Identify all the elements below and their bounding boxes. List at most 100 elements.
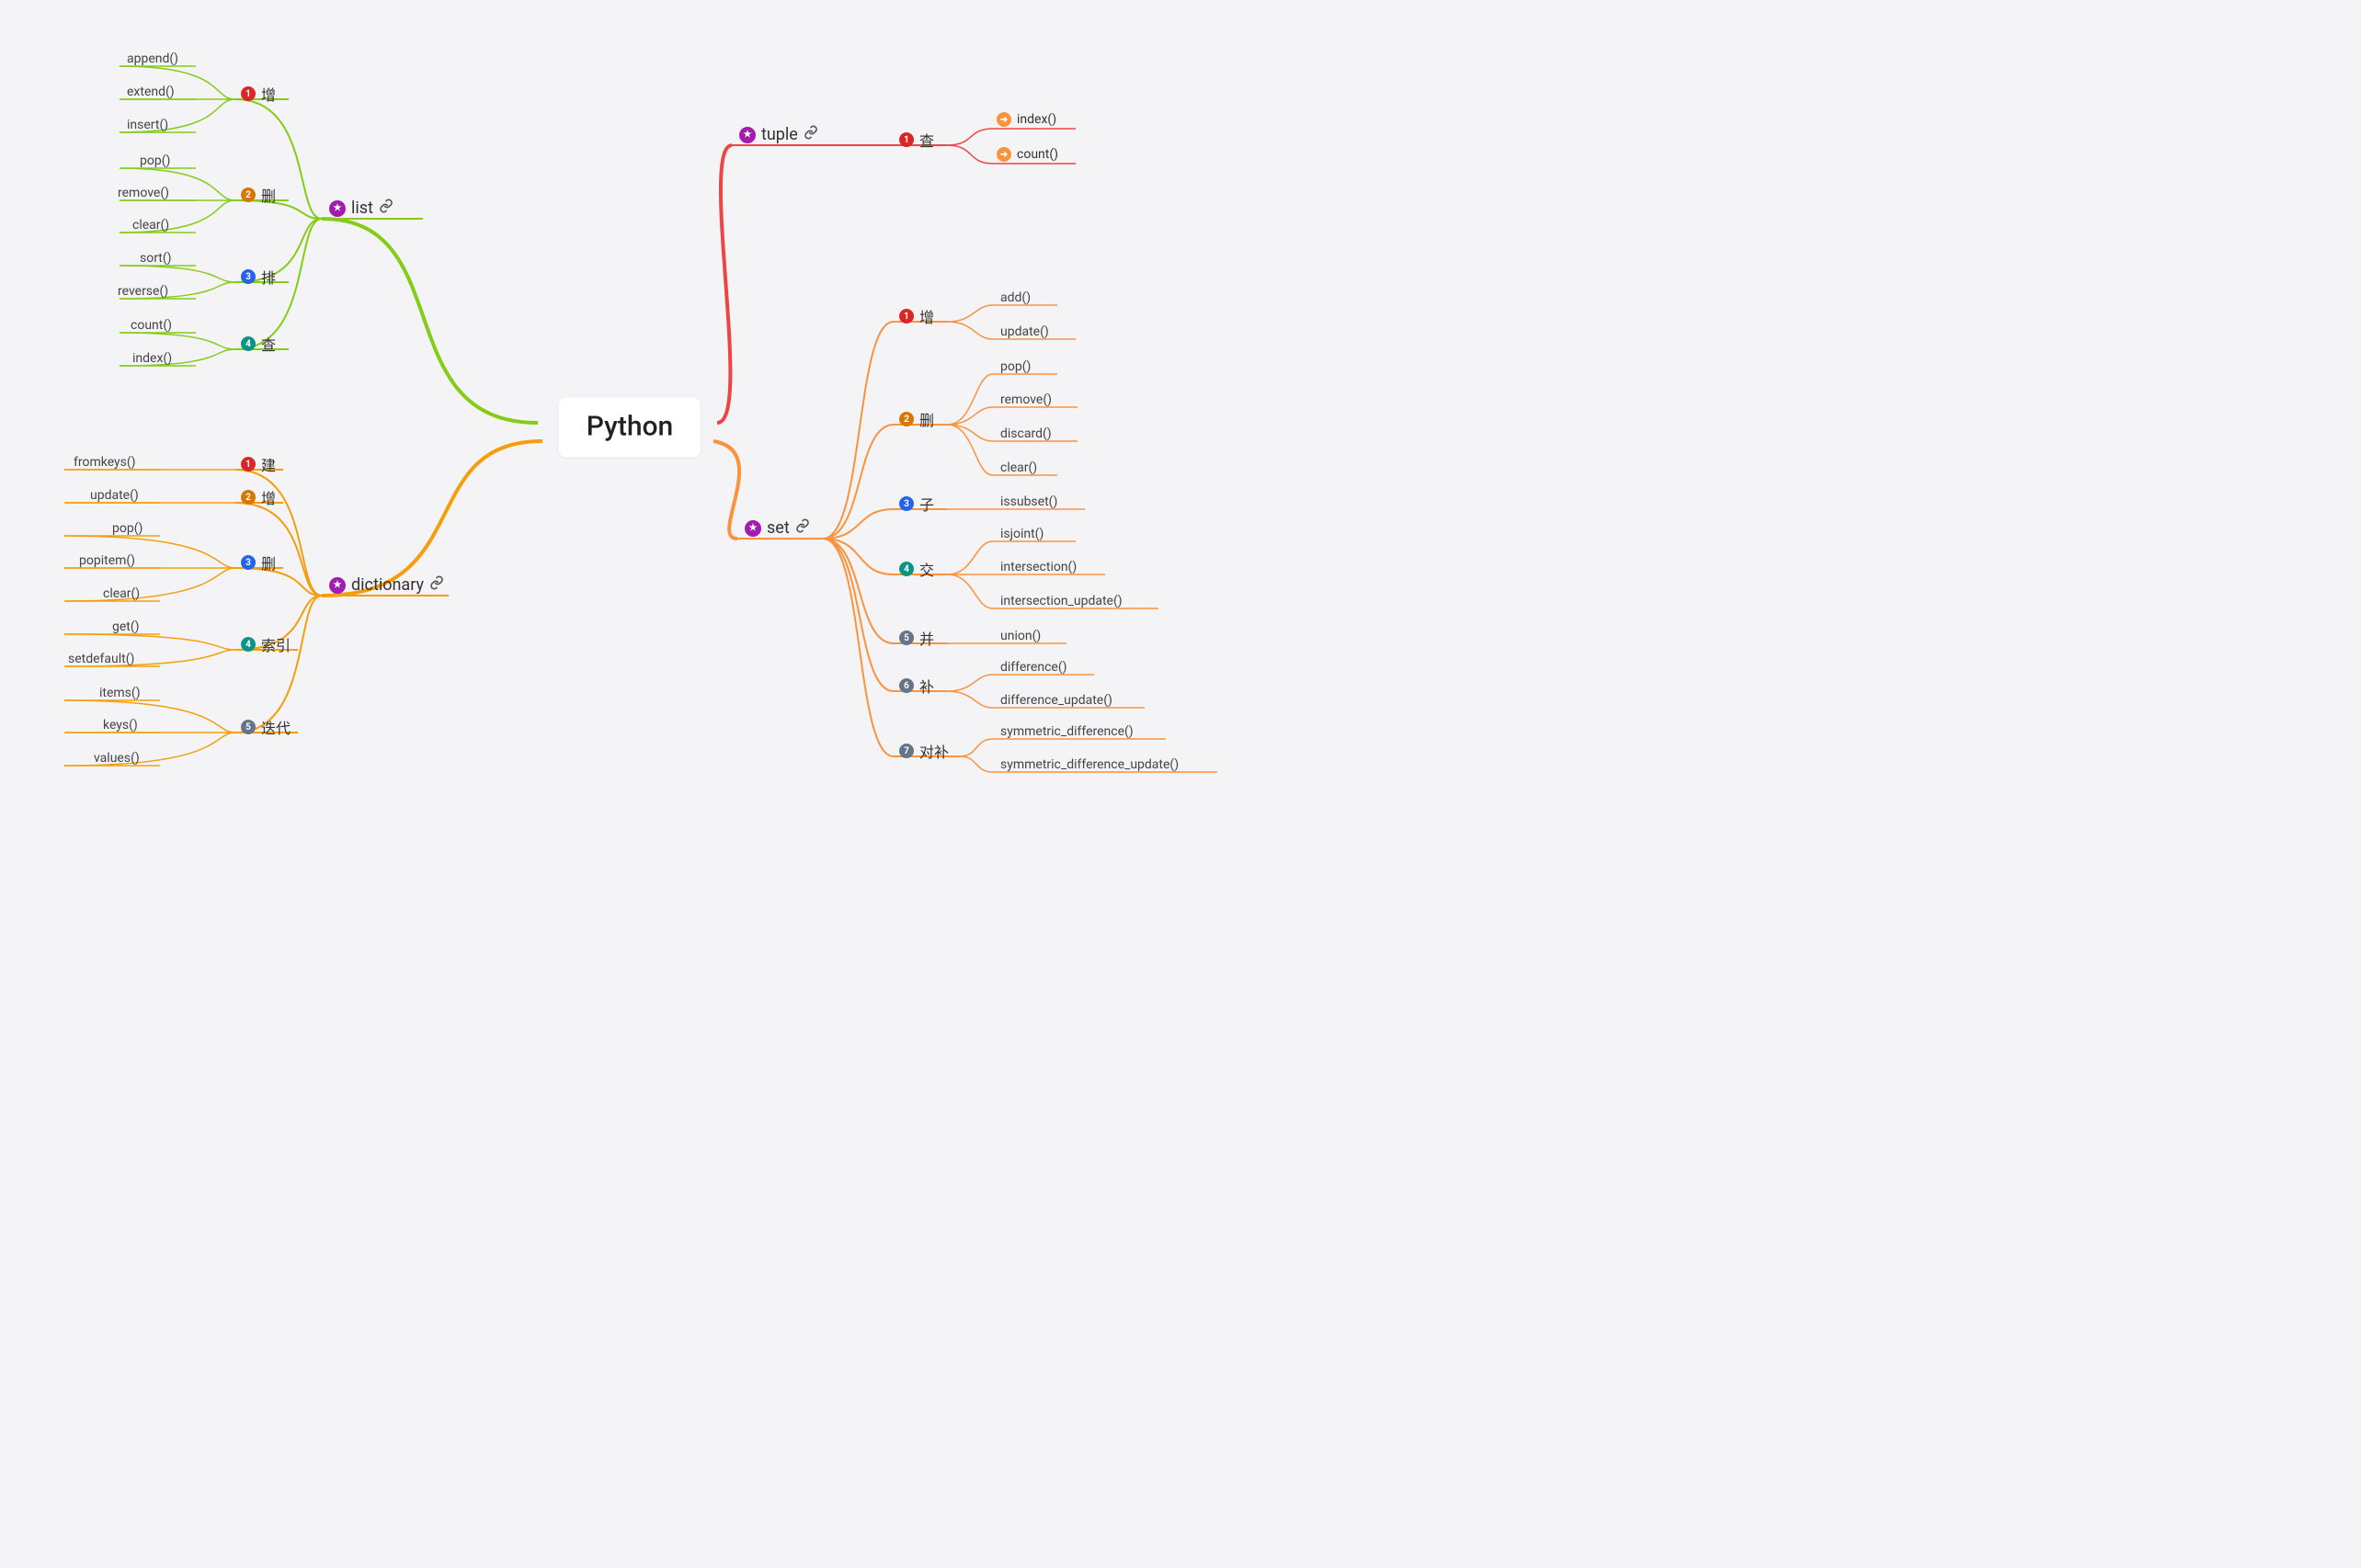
star-icon: ★ (739, 127, 756, 143)
leaf-dclear[interactable]: clear() (103, 586, 140, 601)
sub-label: 增 (261, 486, 276, 508)
leaf-fromkeys[interactable]: fromkeys() (74, 455, 136, 470)
leaf-tuple-index[interactable]: ➜ index() (997, 112, 1056, 127)
leaf-label: count() (1017, 147, 1058, 162)
sub-dict-iter[interactable]: 5 迭代 (241, 716, 291, 738)
leaf-clear[interactable]: clear() (132, 218, 169, 233)
sub-set-sym[interactable]: 7对补 (899, 740, 949, 762)
sub-label: 补 (919, 675, 934, 697)
sub-list-sort[interactable]: 3排 (241, 266, 276, 288)
num-badge: 2 (241, 187, 256, 202)
sub-dict-idx[interactable]: 4索引 (241, 633, 291, 655)
sub-label: 建 (261, 453, 276, 475)
star-icon: ★ (745, 520, 761, 537)
leaf-insert[interactable]: insert() (127, 118, 168, 132)
leaf-index[interactable]: index() (132, 351, 172, 366)
num-badge: 3 (899, 496, 914, 511)
leaf-diffup[interactable]: difference_update() (1000, 693, 1112, 708)
sub-dict-build[interactable]: 1建 (241, 453, 276, 475)
root-node[interactable]: Python (559, 398, 701, 458)
num-badge: 5 (241, 720, 256, 734)
num-badge: 6 (899, 678, 914, 693)
num-badge: 7 (899, 744, 914, 758)
leaf-sadd[interactable]: add() (1000, 290, 1031, 305)
star-icon: ★ (329, 200, 346, 217)
link-icon (379, 199, 394, 218)
sub-list-add[interactable]: 1增 (241, 83, 276, 105)
arrow-icon: ➜ (997, 147, 1011, 162)
sub-dict-del[interactable]: 3删 (241, 551, 276, 574)
leaf-inter[interactable]: intersection() (1000, 560, 1077, 574)
leaf-spop[interactable]: pop() (1000, 359, 1031, 374)
branch-dictionary[interactable]: ★ dictionary (329, 575, 444, 595)
leaf-values[interactable]: values() (94, 751, 140, 766)
leaf-get[interactable]: get() (112, 619, 140, 634)
sub-label: 删 (261, 184, 276, 206)
leaf-popitem[interactable]: popitem() (79, 553, 135, 568)
sub-label: 增 (261, 83, 276, 105)
leaf-keys[interactable]: keys() (103, 718, 138, 733)
sub-set-int[interactable]: 4交 (899, 558, 934, 580)
leaf-update[interactable]: update() (90, 488, 139, 503)
leaf-label: index() (1017, 112, 1056, 127)
sub-tuple-find[interactable]: 1查 (899, 129, 934, 151)
num-badge: 4 (899, 562, 914, 576)
sub-set-diff[interactable]: 6补 (899, 675, 934, 697)
leaf-items[interactable]: items() (99, 686, 141, 700)
sub-set-del[interactable]: 2删 (899, 408, 934, 430)
sub-label: 迭代 (261, 716, 291, 738)
sub-label: 并 (919, 627, 934, 649)
link-icon (804, 125, 818, 144)
num-badge: 1 (899, 132, 914, 147)
arrow-icon: ➜ (997, 112, 1011, 127)
leaf-setdef[interactable]: setdefault() (68, 652, 134, 666)
num-badge: 1 (241, 457, 256, 472)
leaf-sremove[interactable]: remove() (1000, 392, 1052, 407)
leaf-pop[interactable]: pop() (140, 153, 170, 168)
sub-label: 排 (261, 266, 276, 288)
leaf-diff[interactable]: difference() (1000, 660, 1066, 675)
sub-label: 删 (919, 408, 934, 430)
leaf-sdiscard[interactable]: discard() (1000, 426, 1052, 441)
num-badge: 1 (899, 309, 914, 324)
sub-list-find[interactable]: 4查 (241, 333, 276, 355)
branch-set[interactable]: ★ set (745, 518, 810, 538)
sub-label: 子 (919, 493, 934, 515)
mindmap-canvas[interactable]: Python ★ list ★ tuple ★ dictionary ★ set… (0, 0, 1342, 848)
leaf-issubset[interactable]: issubset() (1000, 494, 1057, 509)
leaf-sym[interactable]: symmetric_difference() (1000, 724, 1134, 739)
sub-set-uni[interactable]: 5并 (899, 627, 934, 649)
branch-label: list (351, 199, 373, 218)
leaf-symup[interactable]: symmetric_difference_update() (1000, 757, 1179, 772)
sub-label: 查 (919, 129, 934, 151)
leaf-reverse[interactable]: reverse() (118, 284, 168, 299)
sub-label: 查 (261, 333, 276, 355)
leaf-sclear[interactable]: clear() (1000, 460, 1037, 475)
leaf-dpop[interactable]: pop() (112, 521, 143, 536)
leaf-supdate[interactable]: update() (1000, 324, 1049, 339)
leaf-count[interactable]: count() (131, 318, 172, 333)
num-badge: 4 (241, 637, 256, 652)
leaf-extend[interactable]: extend() (127, 85, 175, 99)
sub-list-del[interactable]: 2删 (241, 184, 276, 206)
sub-set-add[interactable]: 1增 (899, 305, 934, 327)
leaf-sort[interactable]: sort() (140, 251, 172, 266)
leaf-interup[interactable]: intersection_update() (1000, 594, 1123, 608)
leaf-tuple-count[interactable]: ➜ count() (997, 147, 1058, 162)
sub-dict-add[interactable]: 2增 (241, 486, 276, 508)
leaf-isjoint[interactable]: isjoint() (1000, 527, 1044, 541)
num-badge: 1 (241, 86, 256, 101)
num-badge: 2 (899, 412, 914, 426)
sub-label: 交 (919, 558, 934, 580)
branch-list[interactable]: ★ list (329, 199, 394, 218)
sub-set-sub[interactable]: 3子 (899, 493, 934, 515)
leaf-union[interactable]: union() (1000, 629, 1041, 643)
branch-tuple[interactable]: ★ tuple (739, 125, 818, 144)
link-icon (429, 575, 444, 595)
leaf-remove[interactable]: remove() (118, 186, 169, 200)
branch-label: set (767, 518, 790, 538)
root-label: Python (587, 411, 673, 443)
leaf-append[interactable]: append() (127, 51, 178, 66)
star-icon: ★ (329, 577, 346, 594)
link-icon (795, 518, 810, 538)
